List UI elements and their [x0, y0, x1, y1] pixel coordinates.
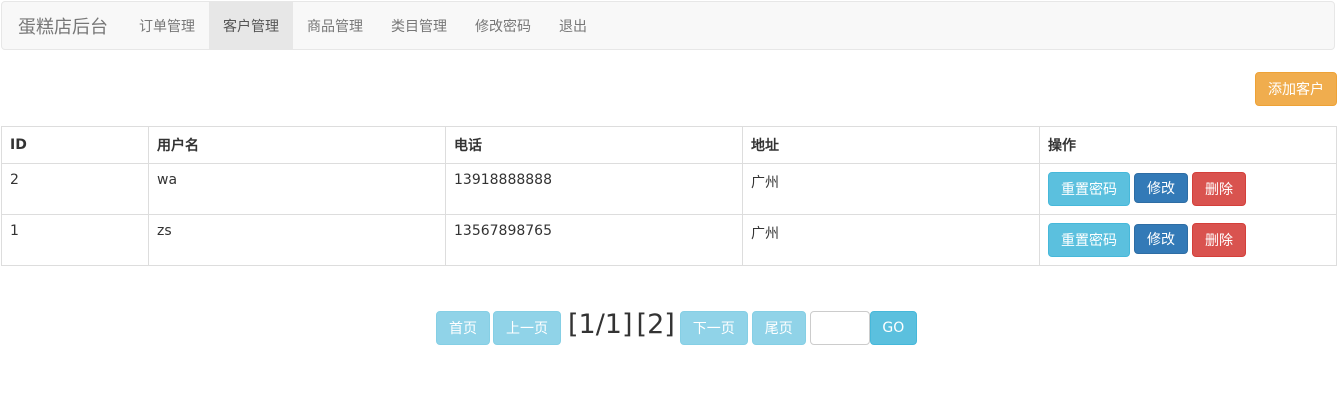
cell-address: 广州	[742, 214, 1040, 266]
header-id: ID	[1, 126, 149, 164]
delete-button[interactable]: 删除	[1192, 223, 1246, 257]
go-button[interactable]: GO	[869, 311, 917, 345]
nav-item-customers[interactable]: 客户管理	[209, 2, 293, 49]
cell-actions: 重置密码 修改 删除	[1039, 163, 1337, 215]
current-page-indicator: [1/1]	[568, 308, 633, 340]
cell-address: 广州	[742, 163, 1040, 215]
row-actions: 重置密码 修改 删除	[1048, 172, 1328, 206]
header-phone: 电话	[445, 126, 743, 164]
reset-password-button[interactable]: 重置密码	[1048, 223, 1130, 257]
edit-button[interactable]: 修改	[1134, 173, 1188, 203]
brand-title[interactable]: 蛋糕店后台	[2, 2, 125, 49]
edit-button[interactable]: 修改	[1134, 224, 1188, 254]
customer-table: ID 用户名 电话 地址 操作 2 wa 13918888888 广州 重置密码…	[1, 126, 1337, 266]
row-actions: 重置密码 修改 删除	[1048, 223, 1328, 257]
delete-button[interactable]: 删除	[1192, 172, 1246, 206]
header-username: 用户名	[148, 126, 446, 164]
top-navbar: 蛋糕店后台 订单管理 客户管理 商品管理 类目管理 修改密码 退出	[1, 1, 1335, 50]
cell-phone: 13918888888	[445, 163, 743, 215]
pagination: 首页 上一页 [1/1] [2] 下一页 尾页 GO	[436, 308, 917, 348]
prev-page-button[interactable]: 上一页	[493, 311, 561, 345]
page-link-2[interactable]: [2]	[635, 309, 677, 340]
nav-item-products[interactable]: 商品管理	[293, 2, 377, 49]
header-actions: 操作	[1039, 126, 1337, 164]
cell-id: 2	[1, 163, 149, 215]
cell-actions: 重置密码 修改 删除	[1039, 214, 1337, 266]
nav-item-logout[interactable]: 退出	[545, 2, 601, 49]
add-customer-button[interactable]: 添加客户	[1255, 72, 1337, 106]
table-row: 1 zs 13567898765 广州 重置密码 修改 删除	[1, 214, 1337, 266]
nav-item-categories[interactable]: 类目管理	[377, 2, 461, 49]
cell-phone: 13567898765	[445, 214, 743, 266]
reset-password-button[interactable]: 重置密码	[1048, 172, 1130, 206]
table-row: 2 wa 13918888888 广州 重置密码 修改 删除	[1, 163, 1337, 215]
next-page-button[interactable]: 下一页	[679, 311, 748, 345]
nav-item-orders[interactable]: 订单管理	[125, 2, 209, 49]
cell-username: zs	[148, 214, 446, 266]
cell-username: wa	[148, 163, 446, 215]
page-number-input[interactable]	[809, 311, 870, 345]
table-header-row: ID 用户名 电话 地址 操作	[1, 126, 1337, 164]
nav-item-change-password[interactable]: 修改密码	[461, 2, 545, 49]
main-nav: 订单管理 客户管理 商品管理 类目管理 修改密码 退出	[125, 2, 601, 49]
first-page-button[interactable]: 首页	[436, 311, 490, 345]
last-page-button[interactable]: 尾页	[751, 311, 806, 345]
cell-id: 1	[1, 214, 149, 266]
header-address: 地址	[742, 126, 1040, 164]
